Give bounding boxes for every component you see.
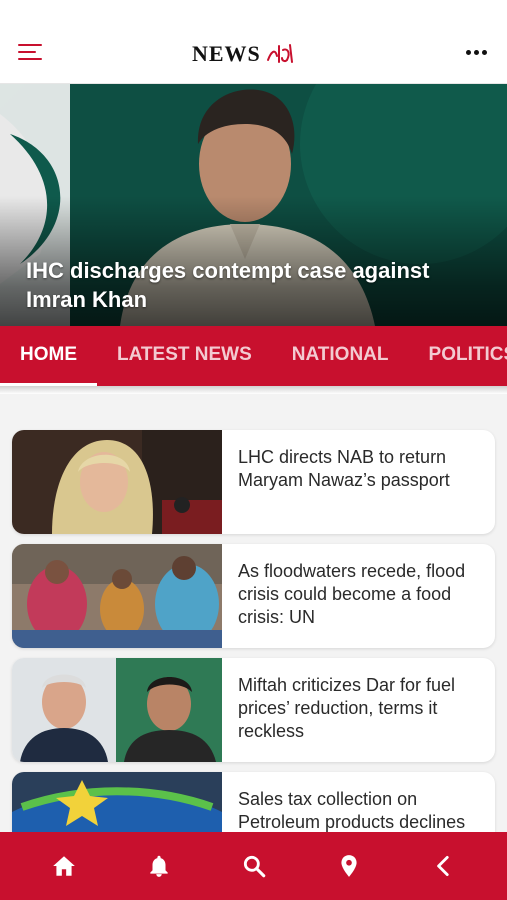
tab-politics[interactable]: POLITICS — [409, 326, 507, 386]
tabs-shadow — [0, 386, 507, 394]
home-icon[interactable] — [44, 846, 84, 886]
back-chevron-icon[interactable] — [424, 846, 464, 886]
top-app-bar: NEWS — [0, 0, 507, 84]
hero-headline: IHC discharges contempt case against Imr… — [26, 258, 430, 312]
article-title: Sales tax collection on Petroleum produc… — [238, 789, 466, 832]
article-card[interactable]: LHC directs NAB to return Maryam Nawaz’s… — [12, 430, 495, 534]
tab-home[interactable]: HOME — [0, 326, 97, 386]
bell-icon[interactable] — [139, 846, 179, 886]
article-title: As floodwaters recede, flood crisis coul… — [238, 561, 466, 627]
hero-article[interactable]: IHC discharges contempt case against Imr… — [0, 84, 507, 326]
search-icon[interactable] — [234, 846, 274, 886]
article-title: Miftah criticizes Dar for fuel prices’ r… — [238, 675, 456, 741]
article-thumbnail — [12, 544, 222, 648]
logo-urdu-mark — [266, 44, 293, 63]
app-logo[interactable]: NEWS — [192, 36, 316, 72]
more-dots-icon[interactable] — [466, 50, 487, 55]
article-card[interactable]: Miftah criticizes Dar for fuel prices’ r… — [12, 658, 495, 762]
article-card[interactable]: As floodwaters recede, flood crisis coul… — [12, 544, 495, 648]
hamburger-menu-icon[interactable] — [18, 44, 42, 64]
tab-national[interactable]: NATIONAL — [272, 326, 409, 386]
news-feed: LHC directs NAB to return Maryam Nawaz’s… — [0, 394, 507, 832]
article-thumbnail — [12, 772, 222, 832]
article-thumbnail — [12, 430, 222, 534]
article-title: LHC directs NAB to return Maryam Nawaz’s… — [238, 447, 450, 490]
bottom-navigation — [0, 832, 507, 900]
article-card[interactable]: Sales tax collection on Petroleum produc… — [12, 772, 495, 832]
logo-text: NEWS — [192, 41, 261, 66]
tab-latest-news[interactable]: LATEST NEWS — [97, 326, 272, 386]
location-pin-icon[interactable] — [329, 846, 369, 886]
category-tabs: HOME LATEST NEWS NATIONAL POLITICS — [0, 326, 507, 386]
article-thumbnail — [12, 658, 222, 762]
